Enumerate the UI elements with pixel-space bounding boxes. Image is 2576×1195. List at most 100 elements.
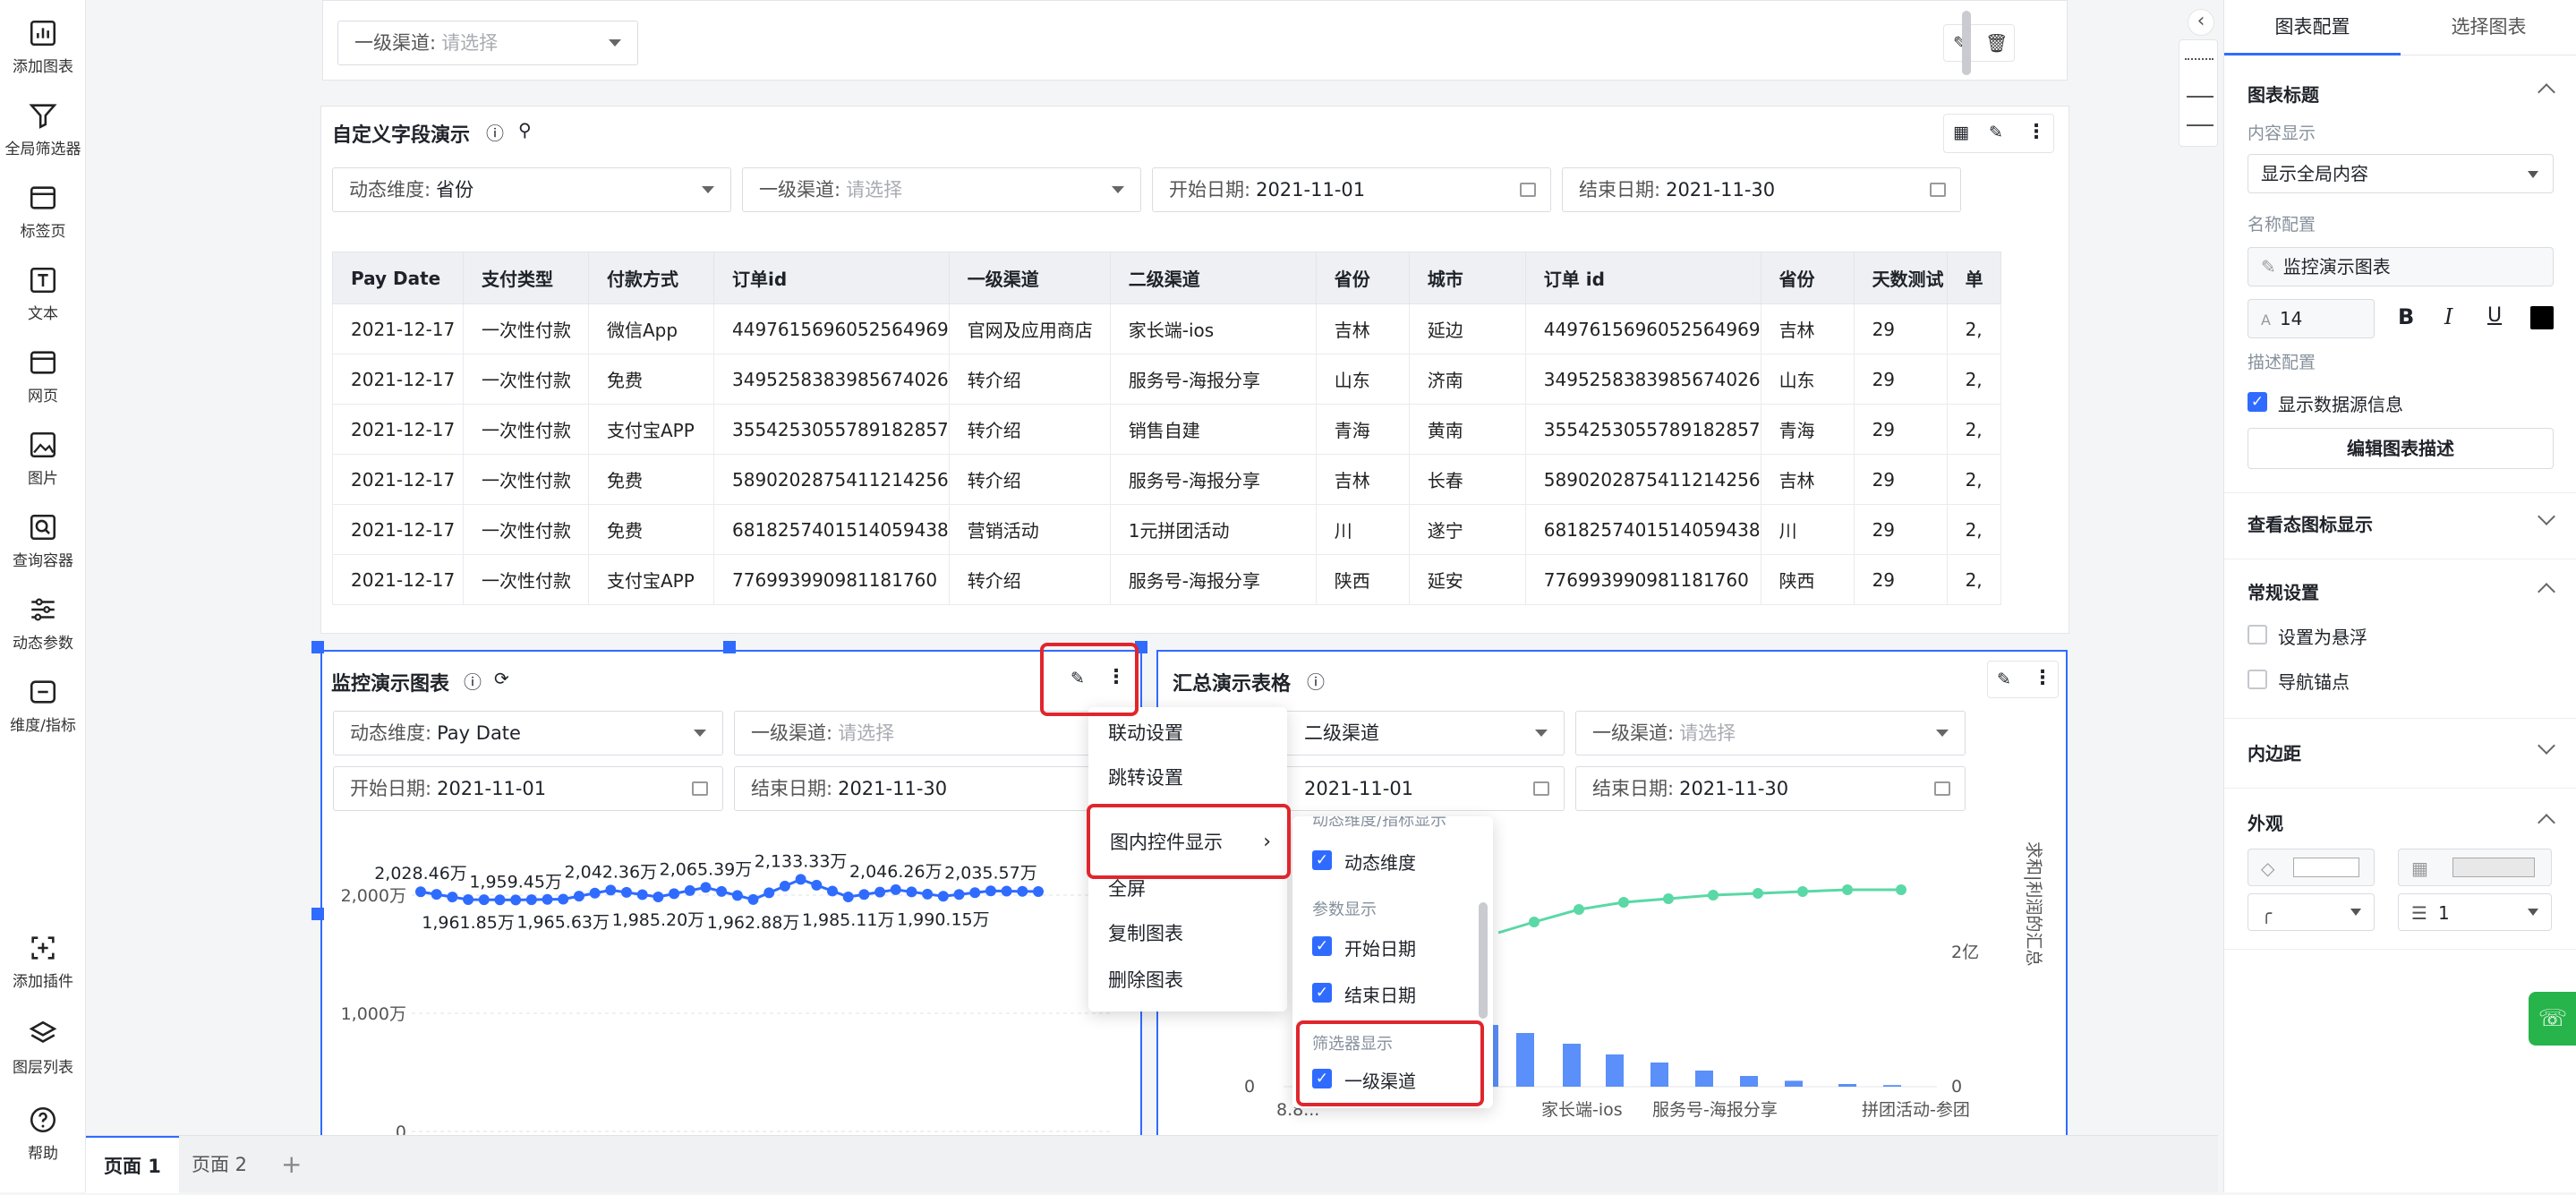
info-icon[interactable]: ⓘ <box>464 668 482 694</box>
table-header-cell[interactable]: 付款方式 <box>588 252 714 304</box>
submenu-scrollbar[interactable] <box>1479 902 1488 1019</box>
webpage-button[interactable]: 网页 <box>0 340 86 412</box>
page-tab-2[interactable]: 页面 2 <box>174 1136 265 1193</box>
table-row[interactable]: 2021-12-17 一次性付款 免费 3495258383985674026 转介绍服… <box>332 354 2001 405</box>
corner-select[interactable]: ╭ <box>2248 893 2375 931</box>
menu-item-jump-settings[interactable]: 跳转设置 <box>1088 755 1287 800</box>
collapse-panel-button[interactable]: ‹ <box>2188 9 2214 36</box>
tab-page-button[interactable]: 标签页 <box>0 175 86 247</box>
tab-chart-config[interactable]: 图表配置 <box>2224 0 2401 55</box>
italic-icon[interactable]: I <box>2444 304 2452 329</box>
dimension-filter[interactable]: 动态维度: 省份 <box>332 167 731 212</box>
resize-handle[interactable] <box>723 641 736 653</box>
tab-select-chart[interactable]: 选择图表 <box>2401 0 2576 55</box>
table-header-cell[interactable]: 省份 <box>1315 252 1410 304</box>
channel-filter[interactable]: 一级渠道: 请选择 <box>742 167 1141 212</box>
underline-icon[interactable]: U <box>2487 304 2502 327</box>
resize-handle[interactable] <box>311 908 324 920</box>
border-width-select[interactable]: ☰ 1 <box>2398 893 2552 931</box>
edit-icon[interactable]: ✎ <box>1997 670 2011 689</box>
check-end-date[interactable]: ✓ 结束日期 <box>1312 979 1482 1006</box>
chevron-up-icon[interactable] <box>2538 814 2555 832</box>
chevron-down-icon[interactable] <box>2538 737 2555 755</box>
check-dynamic-dimension[interactable]: ✓ 动态维度 <box>1312 847 1482 874</box>
chevron-down-icon[interactable] <box>2538 508 2555 525</box>
name-input[interactable]: ✎ 监控演示图表 <box>2248 247 2554 286</box>
more-icon[interactable]: ⋮ <box>2033 667 2052 689</box>
refresh-icon[interactable]: ⟳ <box>494 668 509 689</box>
resize-handle[interactable] <box>311 641 324 653</box>
drag-handle-icon[interactable] <box>2185 58 2213 64</box>
check-start-date[interactable]: ✓ 开始日期 <box>1312 933 1482 960</box>
add-chart-button[interactable]: 添加图表 <box>0 11 86 82</box>
layout-widget[interactable] <box>2179 39 2218 147</box>
bold-icon[interactable]: B <box>2398 304 2414 329</box>
custom-field-card[interactable]: 自定义字段演示 ⓘ ⚲ ▦ ✎ ⋮ 动态维度: 省份 一级渠道: 请选择 开始日期:… <box>320 106 2069 634</box>
scrollbar[interactable] <box>1962 11 1971 75</box>
set-floating-check[interactable]: 设置为悬浮 <box>2248 623 2516 650</box>
table-header-cell[interactable]: 单 <box>1946 252 2001 304</box>
global-filter-button[interactable]: 全局筛选器 <box>0 93 86 165</box>
more-icon[interactable]: ⋮ <box>2026 121 2046 143</box>
table-header-cell[interactable]: Pay Date <box>332 252 464 304</box>
edit-icon[interactable]: ✎ <box>1989 123 2003 142</box>
dimension-filter[interactable]: 动态维度: Pay Date <box>333 711 723 755</box>
table-header-cell[interactable]: 一级渠道 <box>948 252 1111 304</box>
help-button[interactable]: 帮助 <box>0 1097 86 1169</box>
chevron-up-icon[interactable] <box>2538 83 2555 101</box>
page-tab-1[interactable]: 页面 1 <box>86 1136 179 1193</box>
menu-item-delete-chart[interactable]: 删除图表 <box>1088 958 1287 1003</box>
channel-filter[interactable]: 一级渠道: 请选择 <box>337 21 638 65</box>
query-container-button[interactable]: 查询容器 <box>0 505 86 576</box>
top-card[interactable]: 一级渠道: 请选择 ✎ 🗑 <box>322 0 2068 81</box>
trash-icon[interactable]: 🗑 <box>1985 25 2008 61</box>
add-plugin-button[interactable]: 添加插件 <box>0 926 86 997</box>
table-header-cell[interactable]: 省份 <box>1760 252 1855 304</box>
channel-filter[interactable]: 一级渠道: 请选择 <box>734 711 1128 755</box>
show-datasource-check[interactable]: ✓ 显示数据源信息 <box>2248 390 2552 417</box>
menu-item-copy-chart[interactable]: 复制图表 <box>1088 911 1287 956</box>
start-date-filter[interactable]: 开始日期: 2021-11-01 <box>333 766 723 811</box>
table-settings-icon[interactable]: ▦ <box>1953 123 1969 142</box>
table-row[interactable]: 2021-12-17 一次性付款 免费 5890202875411214256 转介绍服… <box>332 454 2001 505</box>
text-button[interactable]: 文本 <box>0 258 86 329</box>
chevron-up-icon[interactable] <box>2538 583 2555 601</box>
table-header-cell[interactable]: 城市 <box>1408 252 1526 304</box>
table-header-cell[interactable]: 订单id <box>713 252 950 304</box>
font-size-input[interactable]: A 14 <box>2248 299 2375 338</box>
font-color-swatch[interactable] <box>2530 306 2554 329</box>
table-row[interactable]: 2021-12-17 一次性付款 支付宝APP 3554253055789182857… <box>332 404 2001 455</box>
table-row[interactable]: 2021-12-17 一次性付款 微信App 4497615696052564969 官… <box>332 303 2001 354</box>
section-padding[interactable]: 内边距 <box>2248 739 2301 765</box>
table-header-cell[interactable]: 天数测试 <box>1853 252 1948 304</box>
table-row[interactable]: 2021-12-17 一次性付款 支付宝APP 776993990981181760 转… <box>332 554 2001 605</box>
content-display-select[interactable]: 显示全局内容 <box>2248 154 2554 193</box>
add-tab-button[interactable]: + <box>263 1136 320 1193</box>
monitor-chart-card[interactable]: 监控演示图表 ⓘ ⟳ ✎ ⋮ 动态维度: Pay Date 一级渠道: 请选择 开始… <box>320 650 1142 1135</box>
channel-filter[interactable]: 一级渠道: 请选择 <box>1575 711 1966 755</box>
info-icon[interactable]: ⓘ <box>1307 668 1325 694</box>
info-icon[interactable]: ⓘ <box>486 119 504 145</box>
image-button[interactable]: 图片 <box>0 423 86 494</box>
start-date-filter[interactable]: 开始日期: 2021-11-01 <box>1152 167 1551 212</box>
table-row[interactable]: 2021-12-17 一次性付款 免费 6818257401514059438 营销活动… <box>332 504 2001 555</box>
nav-anchor-check[interactable]: 导航锚点 <box>2248 668 2516 695</box>
menu-item-link-settings[interactable]: 联动设置 <box>1088 711 1287 755</box>
table-header-cell[interactable]: 二级渠道 <box>1109 252 1317 304</box>
dimension-metric-button[interactable]: 维度/指标 <box>0 670 86 741</box>
data-label: 1,990.15万 <box>897 909 990 929</box>
link-icon[interactable]: ⚲ <box>518 119 532 141</box>
fill-color-picker[interactable]: ◇ <box>2248 849 2375 886</box>
end-date-filter[interactable]: 结束日期: 2021-11-30 <box>734 766 1128 811</box>
edit-desc-button[interactable]: 编辑图表描述 <box>2248 428 2554 469</box>
end-date-filter[interactable]: 结束日期: 2021-11-30 <box>1562 167 1961 212</box>
end-date-filter[interactable]: 结束日期: 2021-11-30 <box>1575 766 1966 811</box>
dynamic-param-button[interactable]: 动态参数 <box>0 587 86 659</box>
layer-list-button[interactable]: 图层列表 <box>0 1011 86 1083</box>
table-header-cell[interactable]: 订单 id <box>1524 252 1761 304</box>
section-view-icons[interactable]: 查看态图标显示 <box>2248 510 2373 536</box>
table-header-cell[interactable]: 支付类型 <box>463 252 589 304</box>
tool-label: 文本 <box>28 305 58 323</box>
support-icon[interactable]: ☏ <box>2529 992 2576 1046</box>
border-color-picker[interactable]: ▦ <box>2398 849 2552 886</box>
